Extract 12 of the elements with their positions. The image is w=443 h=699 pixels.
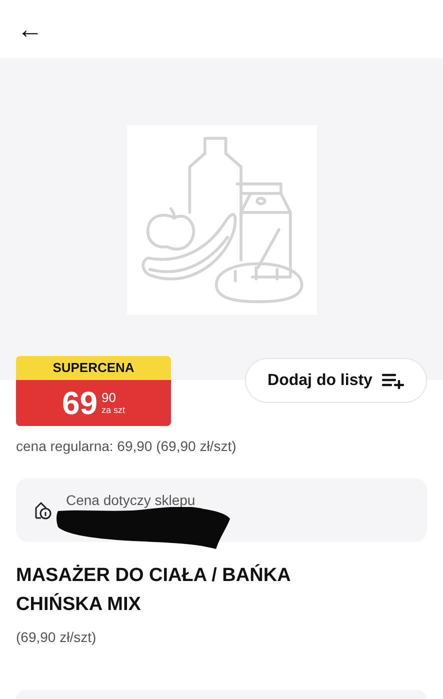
store-notice-label: Cena dotyczy sklepu [66,491,196,510]
price-integer: 69 [62,387,98,419]
unit-price: (69,90 zł/szt) [15,628,98,647]
list-add-icon [382,372,404,388]
regular-price: cena regularna: 69,90 (69,90 zł/szt) [15,437,238,456]
price-fraction: 90 [102,391,117,404]
badge-label: SUPERCENA [16,356,171,380]
store-info-icon [34,501,52,520]
product-title: MASAŻER DO CIAŁA / BAŃKA CHIŃSKA MIX [15,563,292,617]
price-unit: za szt [102,406,126,415]
add-to-list-button[interactable]: Dodaj do listy [245,358,427,403]
back-button[interactable]: ← [18,17,42,41]
